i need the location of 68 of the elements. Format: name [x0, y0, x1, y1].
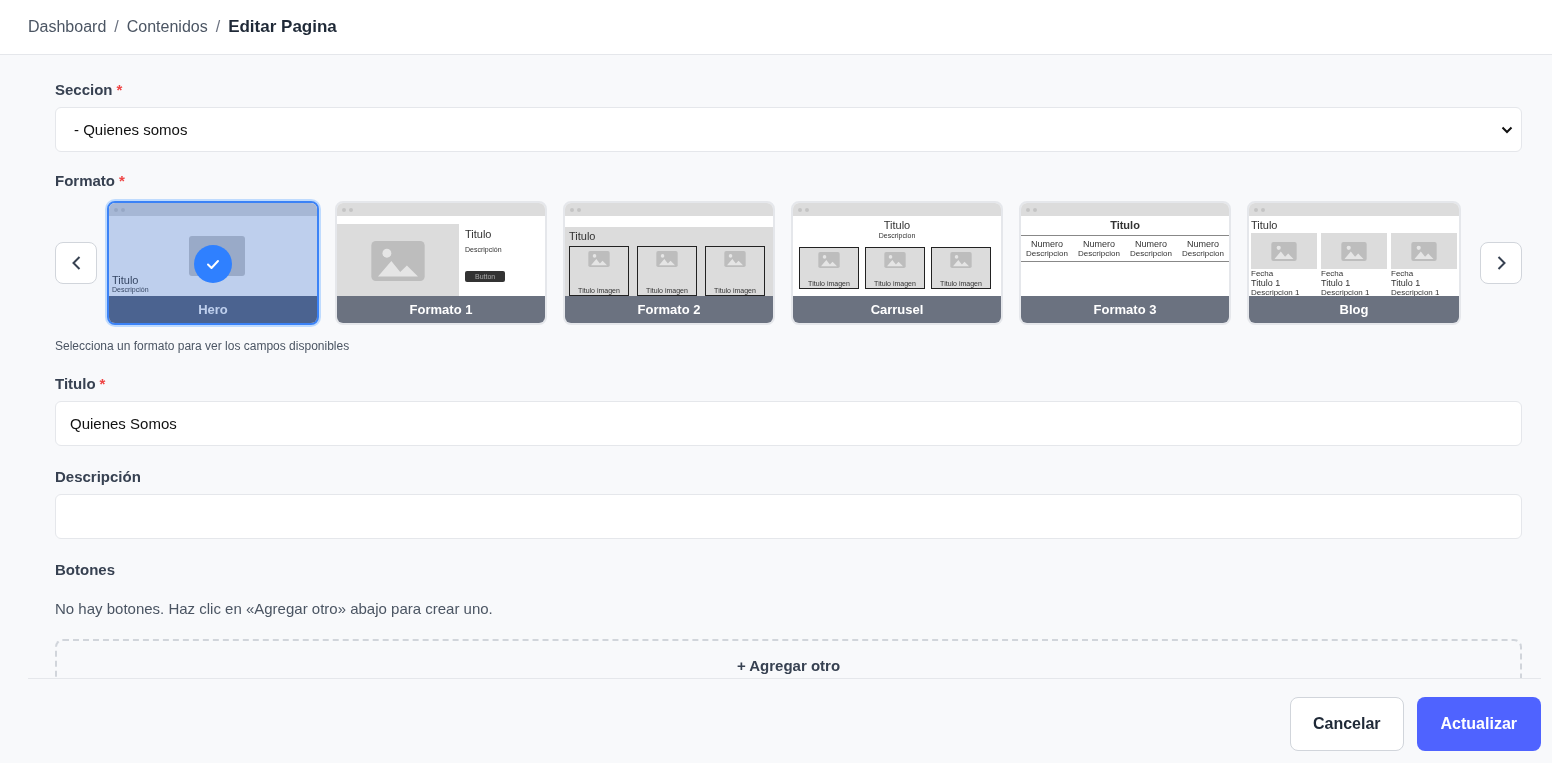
preview-text: Descripcion 1	[1321, 288, 1371, 296]
format-label: Formato 3	[1021, 296, 1229, 323]
format-label: Formato 2	[565, 296, 773, 323]
image-icon	[884, 252, 906, 268]
format-label: Blog	[1249, 296, 1459, 323]
chevron-right-icon	[1496, 256, 1506, 270]
select-value: - Quienes somos	[74, 121, 188, 138]
preview-title: Titulo 1	[1321, 278, 1352, 288]
image-icon	[1341, 241, 1367, 261]
add-button[interactable]: + Agregar otro	[55, 639, 1522, 678]
field-label: Botones	[55, 561, 115, 578]
field-label: Titulo	[55, 375, 96, 392]
preview-text: Descripcion 1	[1391, 288, 1441, 296]
preview-text: Descripcion	[1078, 249, 1120, 258]
preview-number: Numero	[1187, 239, 1219, 249]
image-icon	[371, 241, 425, 281]
preview-date: Fecha	[1321, 269, 1345, 278]
previous-button[interactable]	[55, 242, 97, 284]
required-mark: *	[99, 375, 106, 392]
breadcrumb-link[interactable]: Dashboard	[28, 18, 107, 36]
breadcrumb-separator: /	[114, 18, 119, 36]
image-icon	[1411, 241, 1437, 261]
image-icon	[588, 251, 610, 267]
chevron-down-icon	[1501, 125, 1513, 134]
next-button[interactable]	[1480, 242, 1522, 284]
format-label: Formato 1	[337, 296, 545, 323]
format-option[interactable]: Titulo Fecha Titulo 1 Descripcion 1 Fecha Titulo 1 Descripcion 1 Fecha Titulo 1 Descripcion 1 Blog	[1247, 201, 1461, 325]
description-input[interactable]	[55, 494, 1522, 539]
chevron-left-icon	[71, 256, 81, 270]
preview-text: Descripcion 1	[1251, 288, 1301, 296]
preview-title: Titulo	[1251, 219, 1279, 231]
update-button[interactable]: Actualizar	[1416, 697, 1541, 751]
preview-number: Numero	[1083, 239, 1115, 249]
format-label: Hero	[109, 296, 317, 323]
image-icon	[818, 252, 840, 268]
field-label: Descripción	[55, 468, 141, 485]
required-mark: *	[116, 81, 123, 98]
breadcrumb-separator: /	[215, 18, 221, 36]
preview-title: Titulo 1	[1251, 278, 1282, 288]
preview-number: Numero	[1135, 239, 1167, 249]
preview-title: Titulo	[1109, 219, 1141, 233]
image-icon	[950, 252, 972, 268]
title-input[interactable]: Quienes Somos	[55, 401, 1522, 446]
format-option[interactable]: Titulo Numero Descripcion Numero Descripcion Numero Descripcion Numero Descripcion Formato 3	[1019, 201, 1231, 325]
format-label: Carrusel	[793, 296, 1001, 323]
preview-text: Descripcion	[1182, 249, 1224, 258]
preview-title: Titulo	[112, 274, 140, 286]
image-icon	[724, 251, 746, 267]
required-mark: *	[119, 172, 125, 189]
preview-title: Titulo	[569, 230, 597, 242]
preview-text: Descripcion	[1130, 249, 1172, 258]
preview-title: Titulo	[465, 228, 492, 240]
field-label: Seccion	[55, 81, 113, 98]
image-icon	[656, 251, 678, 267]
field-label: Formato	[55, 172, 115, 189]
preview-title: Titulo	[883, 219, 911, 231]
breadcrumb-current: Editar Pagina	[228, 17, 337, 37]
cancel-button[interactable]: Cancelar	[1289, 697, 1404, 751]
hint-text: Selecciona un formato para ver los campos disponibles	[55, 339, 351, 353]
preview-title: Titulo 1	[1391, 278, 1422, 288]
breadcrumb-link[interactable]: Contenidos	[126, 18, 208, 36]
section-select[interactable]: - Quienes somos	[55, 107, 1522, 152]
image-icon	[1271, 241, 1297, 261]
preview-number: Numero	[1031, 239, 1063, 249]
preview-text: Descripcion	[1026, 249, 1068, 258]
empty-message: No hay botones. Haz clic en «Agregar otro» abajo para crear uno.	[55, 600, 494, 617]
preview-date: Fecha	[1251, 269, 1275, 278]
preview-date: Fecha	[1391, 269, 1415, 278]
